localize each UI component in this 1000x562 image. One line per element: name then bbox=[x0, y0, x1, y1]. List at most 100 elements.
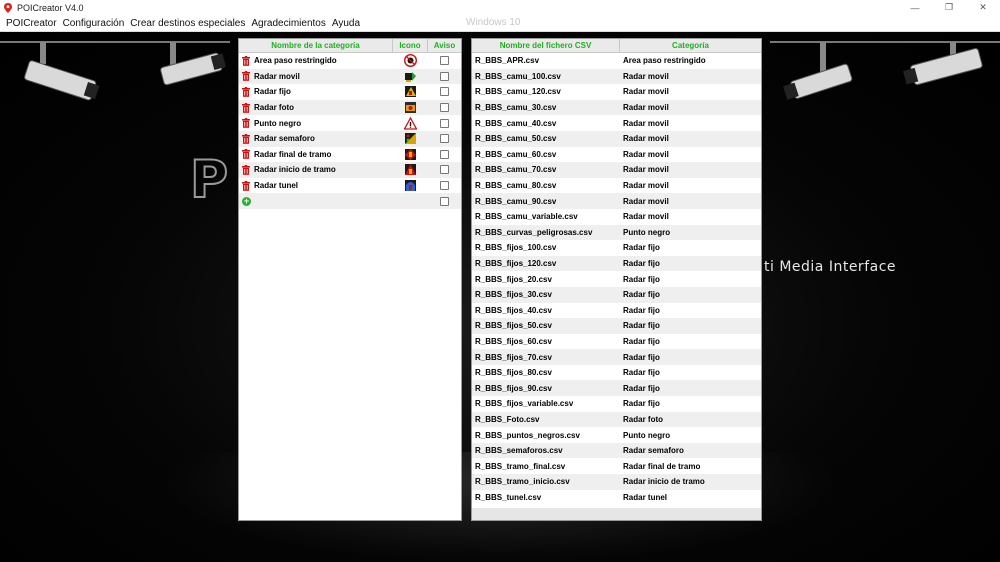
category-label[interactable]: Punto negro bbox=[254, 119, 301, 128]
category-row[interactable]: Radar foto bbox=[239, 99, 461, 116]
minimize-button[interactable]: — bbox=[898, 0, 932, 15]
delete-trash-icon[interactable] bbox=[242, 86, 250, 97]
file-category-cell[interactable]: Radar movil bbox=[620, 150, 761, 159]
file-name-cell[interactable]: R_BBS_fijos_120.csv bbox=[472, 259, 620, 268]
file-category-cell[interactable]: Radar fijo bbox=[620, 275, 761, 284]
file-name-cell[interactable]: R_BBS_fijos_20.csv bbox=[472, 275, 620, 284]
category-label[interactable]: Radar tunel bbox=[254, 181, 298, 190]
delete-trash-icon[interactable] bbox=[242, 102, 250, 113]
file-row[interactable]: R_BBS_fijos_60.csv Radar fijo bbox=[472, 333, 761, 350]
file-category-cell[interactable]: Radar fijo bbox=[620, 259, 761, 268]
file-name-cell[interactable]: R_BBS_camu_60.csv bbox=[472, 150, 620, 159]
file-category-cell[interactable]: Radar movil bbox=[620, 197, 761, 206]
file-category-cell[interactable]: Radar movil bbox=[620, 181, 761, 190]
aviso-checkbox[interactable] bbox=[440, 118, 449, 128]
header-category-name[interactable]: Nombre de la categoría bbox=[239, 39, 393, 52]
file-name-cell[interactable]: R_BBS_fijos_40.csv bbox=[472, 306, 620, 315]
file-name-cell[interactable]: R_BBS_fijos_50.csv bbox=[472, 321, 620, 330]
delete-trash-icon[interactable] bbox=[242, 180, 250, 191]
menu-configuracion[interactable]: Configuración bbox=[60, 18, 128, 29]
add-plus-icon[interactable]: + bbox=[242, 196, 251, 206]
traffic-light-radar-icon[interactable] bbox=[404, 132, 418, 145]
section-end-radar-icon[interactable] bbox=[404, 148, 418, 161]
menu-crear-destinos[interactable]: Crear destinos especiales bbox=[127, 18, 248, 29]
file-category-cell[interactable]: Radar final de tramo bbox=[620, 462, 761, 471]
category-row[interactable]: Radar fijo bbox=[239, 84, 461, 100]
file-name-cell[interactable]: R_BBS_camu_70.csv bbox=[472, 165, 620, 174]
aviso-checkbox[interactable] bbox=[440, 134, 449, 144]
file-row[interactable]: R_BBS_tunel.csv Radar tunel bbox=[472, 489, 761, 506]
file-row[interactable]: R_BBS_camu_100.csv Radar movil bbox=[472, 68, 761, 85]
file-row[interactable]: R_BBS_camu_50.csv Radar movil bbox=[472, 130, 761, 147]
category-icon-cell[interactable] bbox=[393, 85, 428, 98]
menu-ayuda[interactable]: Ayuda bbox=[329, 18, 363, 29]
file-category-cell[interactable]: Punto negro bbox=[620, 431, 761, 440]
file-row[interactable]: R_BBS_fijos_40.csv Radar fijo bbox=[472, 302, 761, 319]
category-row[interactable]: Radar semaforo bbox=[239, 130, 461, 147]
file-name-cell[interactable]: R_BBS_fijos_80.csv bbox=[472, 368, 620, 377]
file-row[interactable]: R_BBS_semaforos.csv Radar semaforo bbox=[472, 442, 761, 459]
file-row[interactable]: R_BBS_fijos_20.csv Radar fijo bbox=[472, 271, 761, 287]
file-name-cell[interactable]: R_BBS_camu_100.csv bbox=[472, 72, 620, 81]
category-icon-cell[interactable] bbox=[393, 179, 428, 192]
file-category-cell[interactable]: Radar tunel bbox=[620, 493, 761, 502]
file-name-cell[interactable]: R_BBS_semaforos.csv bbox=[472, 446, 620, 455]
aviso-checkbox[interactable] bbox=[440, 87, 449, 97]
file-row[interactable]: R_BBS_Foto.csv Radar foto bbox=[472, 411, 761, 428]
category-label[interactable]: Radar semaforo bbox=[254, 134, 315, 143]
delete-trash-icon[interactable] bbox=[242, 71, 250, 82]
aviso-checkbox[interactable] bbox=[440, 196, 449, 206]
file-row[interactable]: R_BBS_camu_80.csv Radar movil bbox=[472, 177, 761, 194]
file-name-cell[interactable]: R_BBS_camu_30.csv bbox=[472, 103, 620, 112]
category-icon-cell[interactable] bbox=[393, 132, 428, 145]
category-label[interactable]: Radar fijo bbox=[254, 87, 291, 96]
file-row[interactable]: R_BBS_fijos_100.csv Radar fijo bbox=[472, 240, 761, 256]
menu-agradecimientos[interactable]: Agradecimientos bbox=[248, 18, 328, 29]
file-name-cell[interactable]: R_BBS_fijos_70.csv bbox=[472, 353, 620, 362]
file-name-cell[interactable]: R_BBS_camu_40.csv bbox=[472, 119, 620, 128]
file-row[interactable]: R_BBS_fijos_120.csv Radar fijo bbox=[472, 255, 761, 272]
file-category-cell[interactable]: Radar movil bbox=[620, 119, 761, 128]
file-name-cell[interactable]: R_BBS_camu_50.csv bbox=[472, 134, 620, 143]
category-icon-cell[interactable] bbox=[393, 116, 428, 130]
file-row[interactable]: R_BBS_curvas_peligrosas.csv Punto negro bbox=[472, 224, 761, 241]
file-row[interactable]: R_BBS_tramo_final.csv Radar final de tram… bbox=[472, 458, 761, 475]
file-category-cell[interactable]: Radar fijo bbox=[620, 306, 761, 315]
category-row[interactable]: Punto negro bbox=[239, 115, 461, 131]
file-name-cell[interactable]: R_BBS_APR.csv bbox=[472, 56, 620, 65]
file-row[interactable]: R_BBS_APR.csv Area paso restringido bbox=[472, 53, 761, 69]
file-row[interactable]: R_BBS_fijos_80.csv Radar fijo bbox=[472, 364, 761, 381]
file-category-cell[interactable]: Radar movil bbox=[620, 103, 761, 112]
file-row[interactable]: R_BBS_camu_30.csv Radar movil bbox=[472, 99, 761, 116]
delete-trash-icon[interactable] bbox=[242, 55, 250, 66]
file-category-cell[interactable]: Radar movil bbox=[620, 87, 761, 96]
delete-trash-icon[interactable] bbox=[242, 164, 250, 175]
file-row[interactable]: R_BBS_tramo_inicio.csv Radar inicio de tr… bbox=[472, 474, 761, 490]
header-file-name[interactable]: Nombre del fichero CSV bbox=[472, 39, 620, 52]
file-category-cell[interactable]: Area paso restringido bbox=[620, 56, 761, 65]
category-label[interactable]: Radar foto bbox=[254, 103, 294, 112]
file-name-cell[interactable]: R_BBS_tunel.csv bbox=[472, 493, 620, 502]
file-row[interactable]: R_BBS_camu_60.csv Radar movil bbox=[472, 146, 761, 163]
header-aviso[interactable]: Aviso bbox=[428, 39, 461, 52]
delete-trash-icon[interactable] bbox=[242, 149, 250, 160]
file-row[interactable]: R_BBS_fijos_70.csv Radar fijo bbox=[472, 349, 761, 365]
category-icon-cell[interactable] bbox=[393, 70, 428, 83]
category-row[interactable]: Radar inicio de tramo bbox=[239, 162, 461, 178]
file-name-cell[interactable]: R_BBS_fijos_variable.csv bbox=[472, 399, 620, 408]
category-row[interactable]: Radar final de tramo bbox=[239, 146, 461, 163]
file-row[interactable]: R_BBS_camu_40.csv Radar movil bbox=[472, 115, 761, 131]
aviso-checkbox[interactable] bbox=[440, 71, 449, 81]
file-category-cell[interactable]: Punto negro bbox=[620, 228, 761, 237]
file-category-cell[interactable]: Radar movil bbox=[620, 212, 761, 221]
file-name-cell[interactable]: R_BBS_Foto.csv bbox=[472, 415, 620, 424]
category-icon-cell[interactable] bbox=[393, 101, 428, 114]
warning-triangle-icon[interactable] bbox=[404, 116, 418, 130]
category-row[interactable]: Radar movil bbox=[239, 68, 461, 85]
header-category[interactable]: Categoría bbox=[620, 39, 761, 52]
category-label[interactable]: Radar final de tramo bbox=[254, 150, 331, 159]
file-category-cell[interactable]: Radar semaforo bbox=[620, 446, 761, 455]
file-name-cell[interactable]: R_BBS_fijos_100.csv bbox=[472, 243, 620, 252]
file-category-cell[interactable]: Radar foto bbox=[620, 415, 761, 424]
category-row[interactable]: Area paso restringido bbox=[239, 53, 461, 69]
